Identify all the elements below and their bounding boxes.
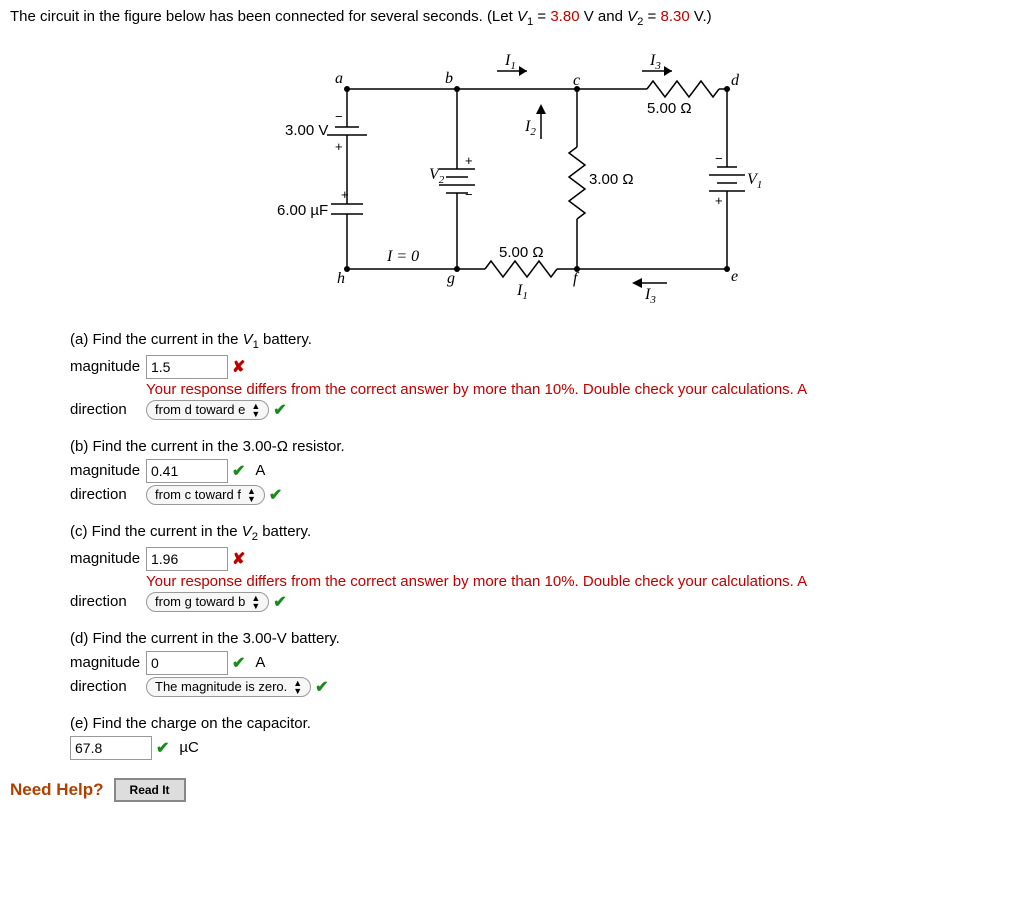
svg-text:b: b xyxy=(445,70,453,87)
svg-text:g: g xyxy=(447,270,455,287)
read-it-button[interactable]: Read It xyxy=(114,778,186,802)
correct-icon: ✔ xyxy=(273,592,286,612)
part-c-direction-select[interactable]: from g toward b▲▼ xyxy=(146,592,269,612)
svg-text:+: + xyxy=(341,187,349,202)
svg-text:I1: I1 xyxy=(504,52,516,72)
svg-text:I3: I3 xyxy=(644,286,656,306)
feedback-text: Your response differs from the correct a… xyxy=(146,573,807,590)
part-a-magnitude-input[interactable] xyxy=(146,355,228,379)
svg-text:3.00 V: 3.00 V xyxy=(285,122,328,139)
svg-text:a: a xyxy=(335,70,343,87)
part-c-magnitude-input[interactable] xyxy=(146,547,228,571)
part-b: (b) Find the current in the 3.00-Ω resis… xyxy=(70,438,1014,505)
svg-text:c: c xyxy=(573,72,580,89)
part-a-direction-select[interactable]: from d toward e▲▼ xyxy=(146,400,269,420)
svg-text:I3: I3 xyxy=(649,52,661,72)
svg-text:−: − xyxy=(465,187,473,202)
question-intro: The circuit in the figure below has been… xyxy=(10,6,1014,31)
part-d-magnitude-input[interactable] xyxy=(146,651,228,675)
part-c: (c) Find the current in the V2 battery. … xyxy=(70,523,1014,612)
svg-text:f: f xyxy=(573,270,580,287)
svg-text:e: e xyxy=(731,268,738,285)
part-a: (a) Find the current in the V1 battery. … xyxy=(70,331,1014,420)
svg-text:I2: I2 xyxy=(524,118,536,138)
part-e: (e) Find the charge on the capacitor. ✔ … xyxy=(70,715,1014,760)
svg-text:d: d xyxy=(731,72,740,89)
circuit-diagram: .wire{stroke:#000;stroke-width:1.5;fill:… xyxy=(227,39,797,309)
svg-text:5.00 Ω: 5.00 Ω xyxy=(647,100,692,117)
svg-text:−: − xyxy=(335,109,343,124)
correct-icon: ✔ xyxy=(156,738,169,758)
part-e-input[interactable] xyxy=(70,736,152,760)
part-d: (d) Find the current in the 3.00-V batte… xyxy=(70,630,1014,697)
svg-text:I1: I1 xyxy=(516,282,528,302)
svg-text:+: + xyxy=(335,139,343,154)
need-help-label: Need Help? xyxy=(10,780,104,800)
svg-text:+: + xyxy=(465,153,473,168)
svg-text:I = 0: I = 0 xyxy=(386,248,419,265)
part-b-magnitude-input[interactable] xyxy=(146,459,228,483)
svg-text:+: + xyxy=(715,193,723,208)
correct-icon: ✔ xyxy=(269,485,282,505)
part-d-direction-select[interactable]: The magnitude is zero.▲▼ xyxy=(146,677,311,697)
svg-text:V1: V1 xyxy=(747,171,762,191)
svg-text:6.00 µF: 6.00 µF xyxy=(277,202,328,219)
correct-icon: ✔ xyxy=(232,461,245,481)
svg-text:h: h xyxy=(337,270,345,287)
wrong-icon: ✘ xyxy=(232,357,245,377)
correct-icon: ✔ xyxy=(273,400,286,420)
svg-text:5.00 Ω: 5.00 Ω xyxy=(499,244,544,261)
part-b-direction-select[interactable]: from c toward f▲▼ xyxy=(146,485,265,505)
correct-icon: ✔ xyxy=(232,653,245,673)
svg-text:−: − xyxy=(715,151,723,166)
feedback-text: Your response differs from the correct a… xyxy=(146,381,807,398)
svg-text:3.00 Ω: 3.00 Ω xyxy=(589,171,634,188)
correct-icon: ✔ xyxy=(315,677,328,697)
wrong-icon: ✘ xyxy=(232,549,245,569)
